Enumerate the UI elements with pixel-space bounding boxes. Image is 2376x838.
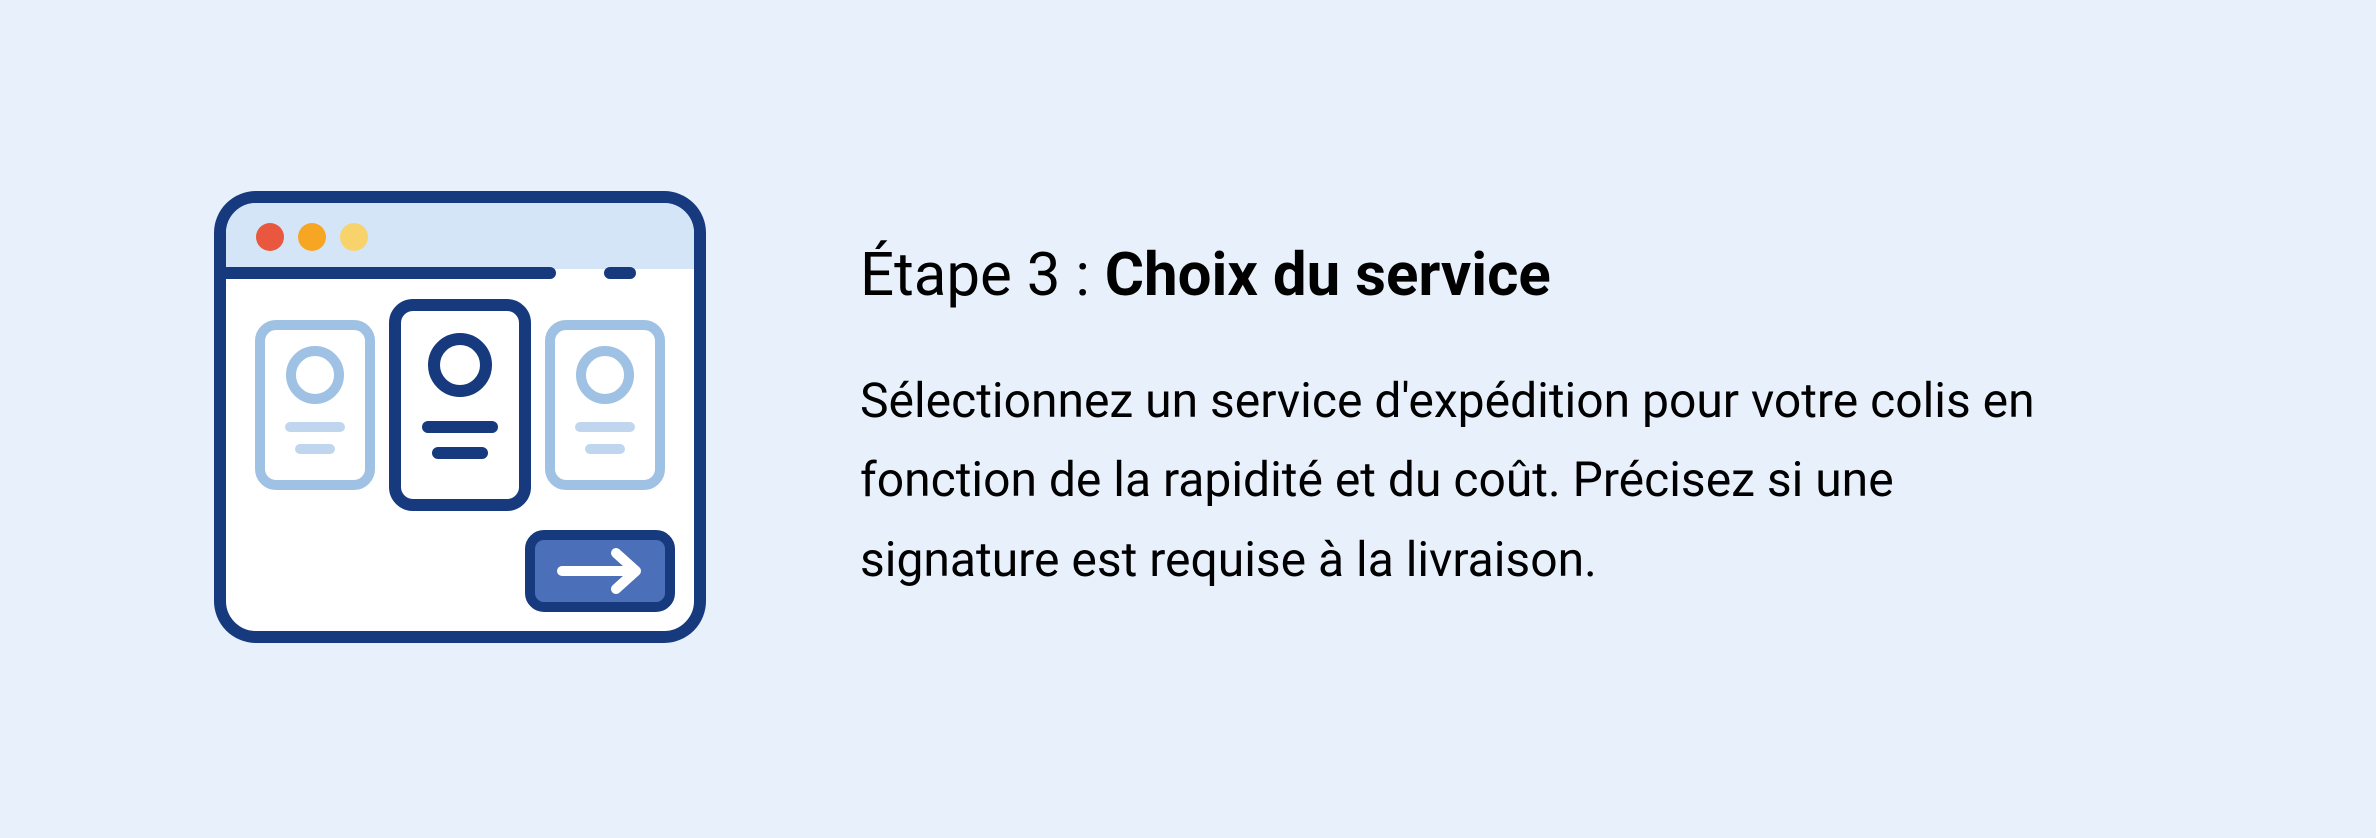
step-description: Sélectionnez un service d'expédition pou… — [860, 361, 2060, 599]
traffic-dot-yellow-icon — [340, 223, 368, 251]
step-text: Étape 3 : Choix du service Sélectionnez … — [860, 239, 2196, 599]
step-title: Choix du service — [1105, 239, 1551, 310]
browser-window-icon — [200, 157, 720, 677]
traffic-dot-red-icon — [256, 223, 284, 251]
option-card-left-icon — [260, 325, 370, 485]
step-row: Étape 3 : Choix du service Sélectionnez … — [0, 157, 2376, 681]
traffic-dot-orange-icon — [298, 223, 326, 251]
step-prefix: Étape 3 : — [860, 239, 1105, 310]
step-illustration — [200, 157, 720, 681]
option-card-right-icon — [550, 325, 660, 485]
option-card-selected-icon — [395, 305, 525, 505]
next-button-icon — [530, 535, 670, 607]
step-heading: Étape 3 : Choix du service — [860, 239, 2196, 311]
